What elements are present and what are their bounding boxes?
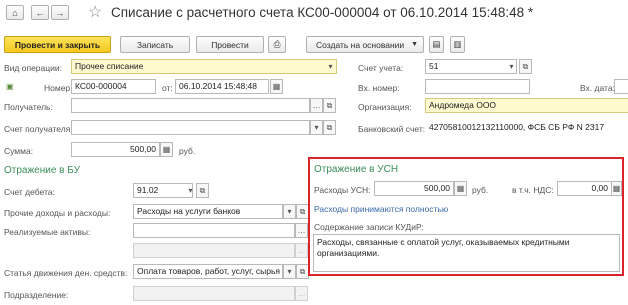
arrow-left-icon: ← [35,7,45,18]
calculator-icon[interactable]: ▦ [611,181,622,196]
usn-section-title: Отражение в УСН [314,164,399,175]
chevron-down-icon[interactable]: ▾ [283,264,296,279]
page-title: Списание с расчетного счета КС00-000004 … [111,5,534,20]
recipient-label: Получатель: [4,102,53,112]
report-button[interactable]: ▥ [450,36,465,53]
chevron-down-icon[interactable]: ▾ [283,204,296,219]
home-button[interactable]: ⌂ [6,5,24,20]
usn-expenses-field[interactable]: 500,00 [374,181,454,196]
create-based-on-label: Создать на основании [316,39,405,50]
home-icon: ⌂ [12,7,18,18]
cashflow-label: Статья движения ден. средств: [4,268,128,278]
in-number-label: Вх. номер: [358,83,400,93]
sum-label: Сумма: [4,146,34,156]
sum-currency: руб. [179,146,196,156]
forward-button[interactable]: → [51,5,69,20]
select-button[interactable]: … [310,98,323,113]
usn-expenses-label: Расходы УСН: [314,185,371,195]
report-icon: ▥ [453,39,462,49]
open-link-icon[interactable]: ⧉ [323,98,336,113]
favorite-star-icon[interactable]: ☆ [88,2,102,22]
chevron-down-icon[interactable]: ▾ [310,120,323,135]
calculator-icon[interactable]: ▦ [454,181,467,196]
select-button[interactable]: … [295,223,308,238]
in-number-field[interactable] [425,79,530,94]
open-link-icon[interactable]: ⧉ [519,59,532,74]
usn-currency: руб. [472,185,489,195]
number-field[interactable]: КС00-000004 [71,79,156,94]
create-based-on-button[interactable]: Создать на основании ▼ [306,36,424,53]
recipient-field[interactable] [71,98,310,113]
operation-field[interactable]: Прочее списание [71,59,337,74]
usn-kudir-textarea[interactable]: Расходы, связанные с оплатой услуг, оказ… [313,234,620,272]
calculator-icon[interactable]: ▦ [160,142,173,157]
dropdown-arrow-icon: ▼ [411,41,418,48]
usn-vat-field[interactable]: 0,00 [557,181,612,196]
cashflow-field[interactable]: Оплата товаров, работ, услуг, сырья и и [133,264,283,279]
arrow-right-icon: → [55,7,65,18]
bank-account-label: Банковский счет: [358,124,426,134]
bank-account-field[interactable]: 42705810012132110000, ФСБ СБ РФ N 2317 [425,120,628,135]
account-label: Счет учета: [358,63,404,73]
assets-field[interactable] [133,223,295,238]
open-link-icon[interactable]: ⧉ [196,183,209,198]
calendar-icon[interactable]: ▦ [270,79,283,94]
open-link-icon[interactable]: ⧉ [323,120,336,135]
document-icon: ▤ [432,39,441,49]
post-and-close-button[interactable]: Провести и закрыть [4,36,111,53]
chevron-down-icon[interactable]: ▾ [324,59,337,74]
assets-label: Реализуемые активы: [4,227,91,237]
sum-field[interactable]: 500,00 [71,142,160,157]
usn-kudir-label: Содержание записи КУДиР: [314,222,424,232]
assets-field-2 [133,243,295,258]
division-label: Подразделение: [4,290,69,300]
in-date-label: Вх. дата: [580,83,615,93]
number-label: Номер: [44,83,73,93]
select-button-disabled: … [295,286,308,301]
division-field[interactable] [133,286,295,301]
bu-section-title: Отражение в БУ [4,165,80,176]
document-button[interactable]: ▤ [429,36,444,53]
usn-vat-label: в т.ч. НДС: [512,185,554,195]
number-icon: ▣ [6,82,14,91]
operation-label: Вид операции: [4,63,62,73]
account-field[interactable]: 51 [425,59,517,74]
org-field[interactable]: Андромеда ООО [425,98,628,113]
chevron-down-icon[interactable]: ▾ [505,59,518,74]
usn-accepted-link[interactable]: Расходы принимаются полностью [314,203,448,215]
save-button[interactable]: Записать [120,36,190,53]
print-icon: ⎙ [273,39,281,49]
income-field[interactable]: Расходы на услуги банков [133,204,283,219]
date-label: от: [162,83,173,93]
print-button[interactable]: ⎙ [268,36,286,53]
recipient-account-field[interactable] [71,120,310,135]
in-date-field[interactable] [614,79,628,94]
recipient-account-label: Счет получателя: [4,124,73,134]
date-field[interactable]: 06.10.2014 15:48:48 [175,79,269,94]
debit-label: Счет дебета: [4,187,55,197]
org-label: Организация: [358,102,412,112]
post-button[interactable]: Провести [196,36,264,53]
back-button[interactable]: ← [31,5,49,20]
select-button-disabled: … [295,243,308,258]
income-label: Прочие доходы и расходы: [4,208,111,218]
